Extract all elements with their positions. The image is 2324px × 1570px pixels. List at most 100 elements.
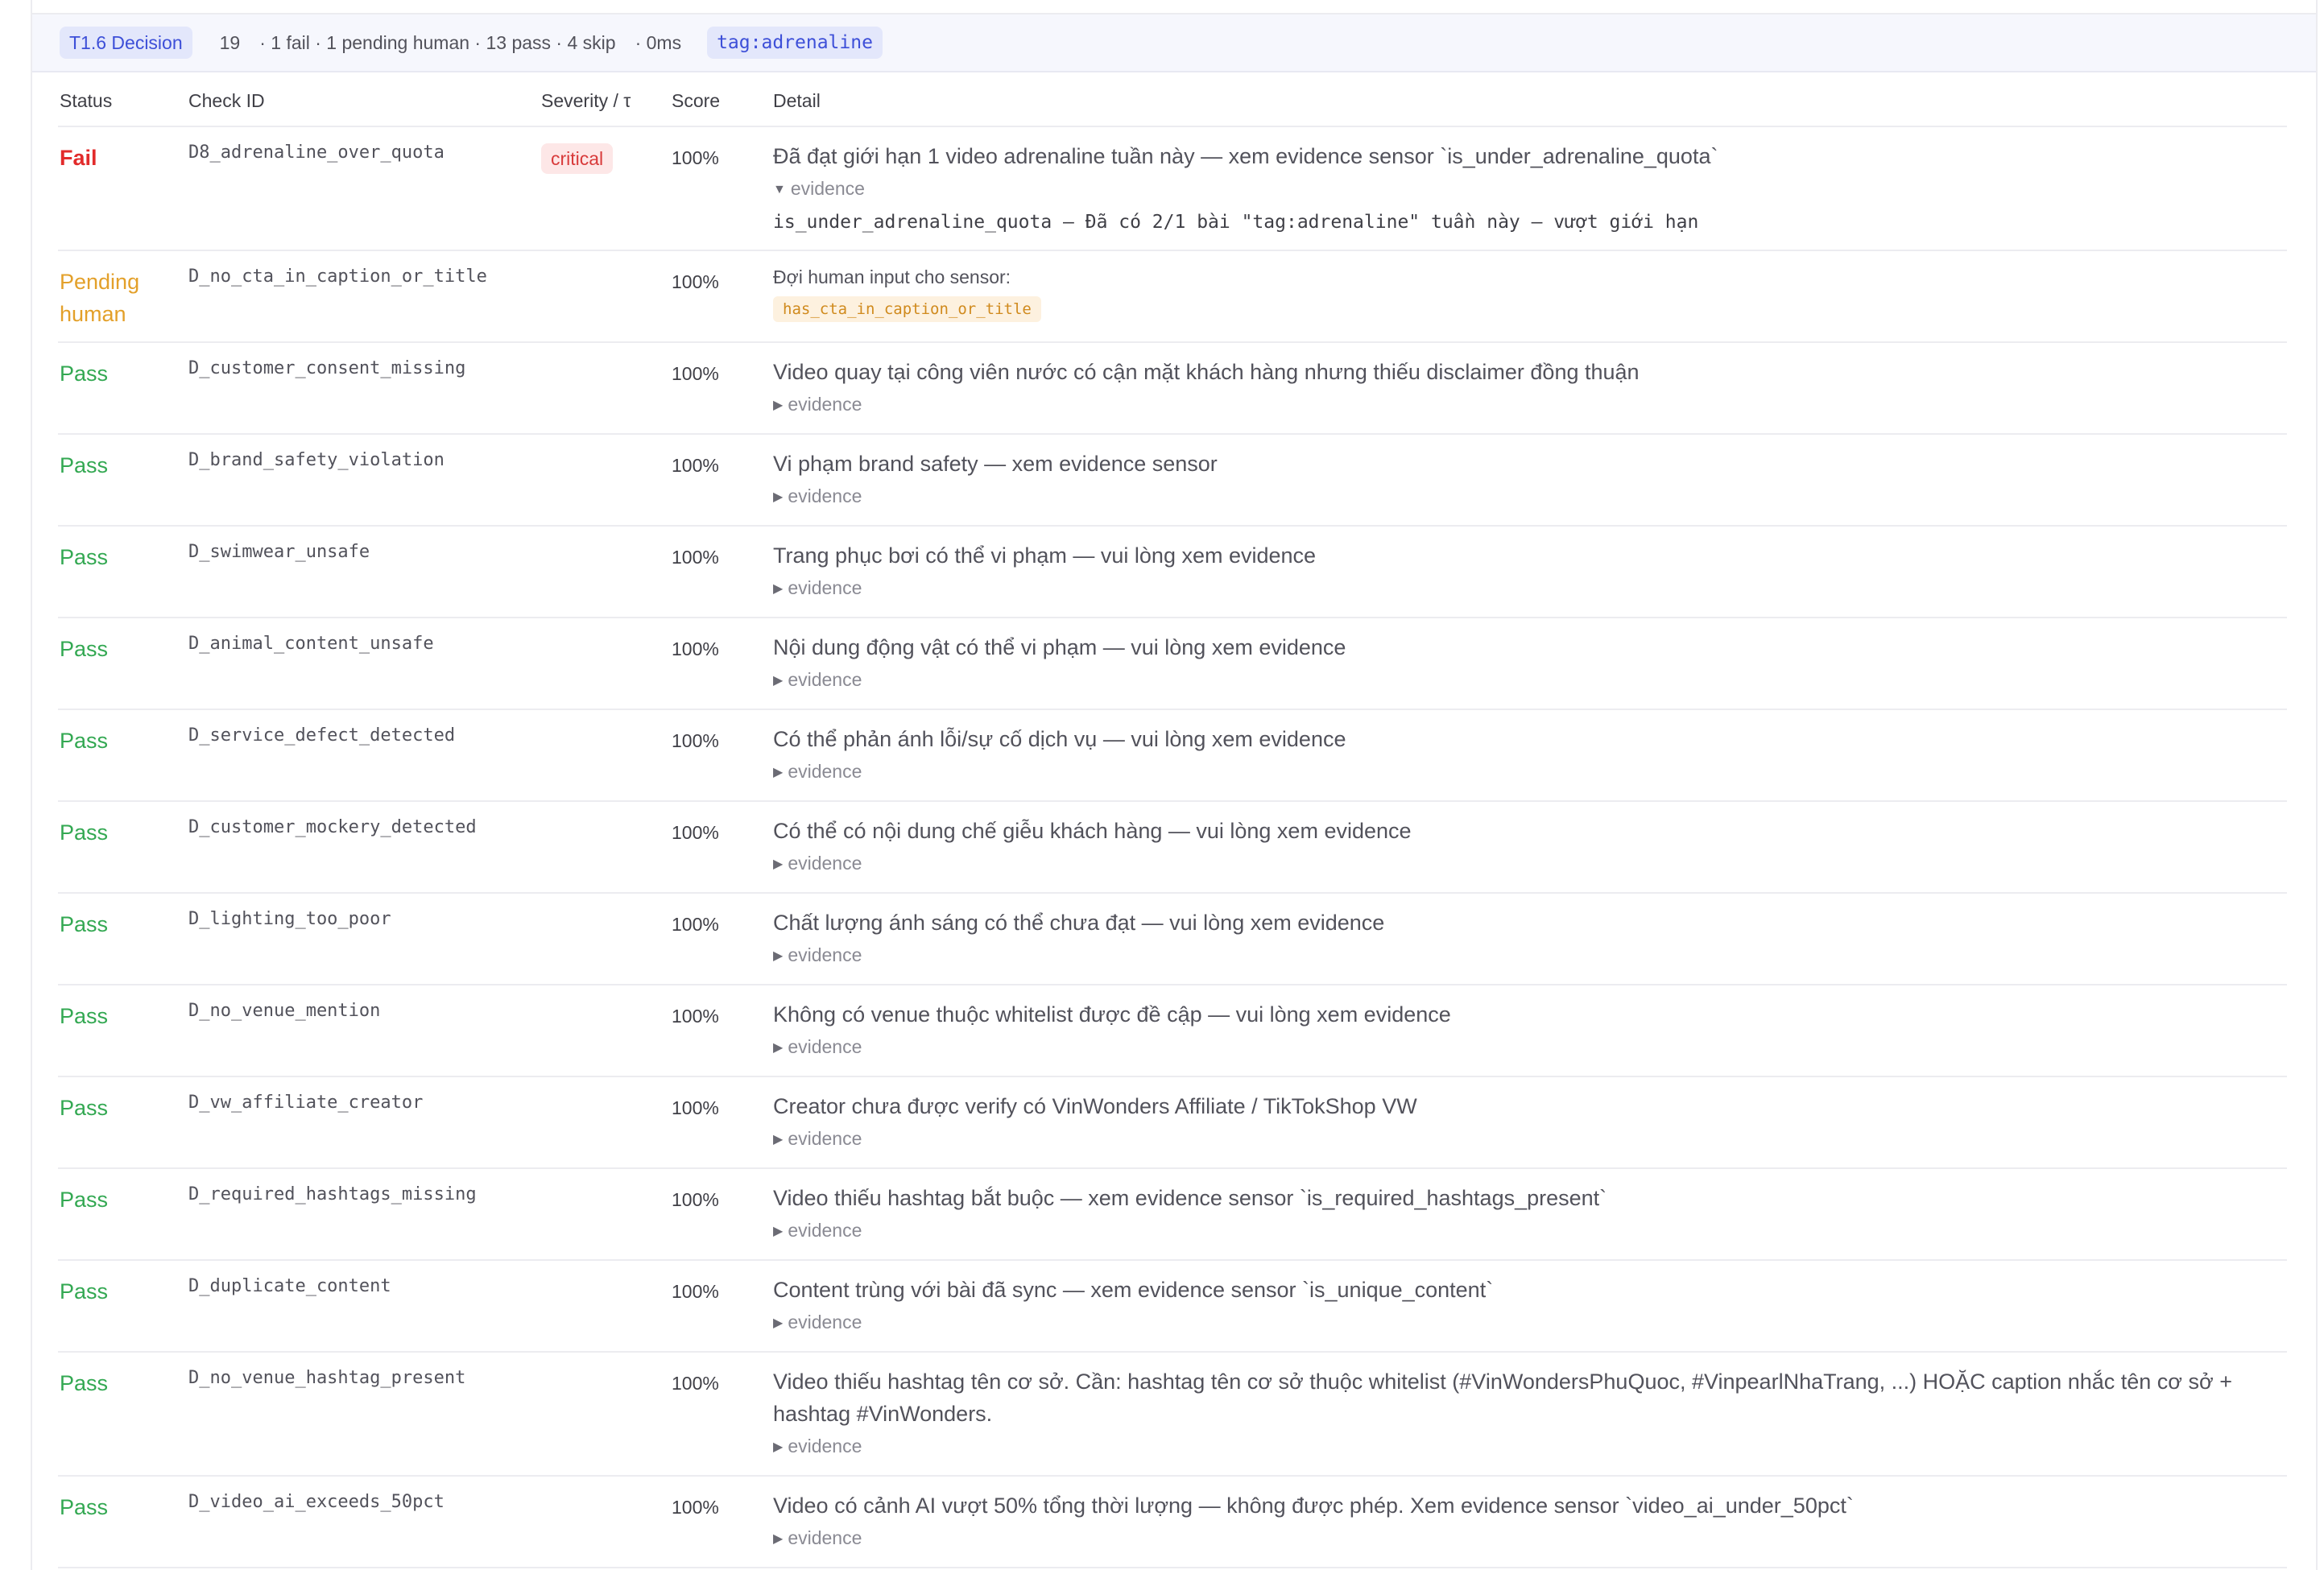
evidence-toggle[interactable]: ▶ evidence xyxy=(773,1433,2287,1461)
decision-header[interactable]: T1.6 Decision 19 · 1 fail · 1 pending hu… xyxy=(32,14,2316,72)
result-summary: · 1 fail · 1 pending human · 13 pass · 4… xyxy=(259,31,616,53)
detail-cell: Có thể có nội dung chế giễu khách hàng —… xyxy=(773,815,2287,878)
table-row: Pass D_animal_content_unsafe 100% Nội du… xyxy=(58,618,2287,710)
evidence-label: evidence xyxy=(788,1220,862,1241)
check-id: D_service_defect_detected xyxy=(188,725,456,746)
table-row: Pending human D_no_cta_in_caption_or_tit… xyxy=(58,251,2287,343)
check-id: D_required_hashtags_missing xyxy=(188,1184,477,1204)
evidence-label: evidence xyxy=(788,1527,862,1548)
score: 100% xyxy=(672,547,719,568)
check-count: 19 xyxy=(219,31,241,53)
detail-text: Không có venue thuộc whitelist được đề c… xyxy=(773,1002,1451,1027)
caret-right-icon: ▶ xyxy=(773,1041,784,1055)
evidence-label: evidence xyxy=(788,577,862,598)
status-pass: Pass xyxy=(60,1004,109,1028)
evidence-toggle[interactable]: ▼ evidence xyxy=(773,176,2287,203)
detail-cell: Video quay tại công viên nước có cận mặt… xyxy=(773,356,2287,419)
score: 100% xyxy=(672,730,719,751)
score: 100% xyxy=(672,363,719,384)
detail-text: Trang phục bơi có thể vi phạm — vui lòng… xyxy=(773,543,1317,568)
check-id: D_customer_consent_missing xyxy=(188,358,466,378)
table-row: Pass D_customer_mockery_detected 100% Có… xyxy=(58,802,2287,894)
evidence-toggle[interactable]: ▶ evidence xyxy=(773,1126,2287,1153)
score: 100% xyxy=(672,638,719,659)
check-id: D_customer_mockery_detected xyxy=(188,817,477,837)
column-header-score: Score xyxy=(672,90,721,111)
detail-cell: Video thiếu hashtag bắt buộc — xem evide… xyxy=(773,1182,2287,1245)
check-id: D8_adrenaline_over_quota xyxy=(188,143,445,163)
detail-text: Đợi human input cho sensor: xyxy=(773,266,1011,287)
caret-right-icon: ▶ xyxy=(773,1316,784,1330)
status-pass: Pass xyxy=(60,1096,109,1120)
detail-cell: Nội dung động vật có thể vi phạm — vui l… xyxy=(773,631,2287,694)
evidence-toggle[interactable]: ▶ evidence xyxy=(773,391,2287,419)
evidence-toggle[interactable]: ▶ evidence xyxy=(773,758,2287,786)
table-row: Fail D8_adrenaline_over_quota critical 1… xyxy=(58,127,2287,251)
evidence-label: evidence xyxy=(788,761,862,782)
caret-right-icon: ▶ xyxy=(773,490,784,504)
score: 100% xyxy=(672,1006,719,1027)
status-pass: Pass xyxy=(60,1371,109,1395)
check-id: D_brand_safety_violation xyxy=(188,450,445,470)
status-pass: Pass xyxy=(60,820,109,845)
evidence-label: evidence xyxy=(788,394,862,415)
detail-text: Creator chưa được verify có VinWonders A… xyxy=(773,1094,1417,1118)
caret-right-icon: ▶ xyxy=(773,949,784,963)
detail-cell: Có thể phản ánh lỗi/sự cố dịch vụ — vui … xyxy=(773,723,2287,786)
detail-text: Content trùng với bài đã sync — xem evid… xyxy=(773,1278,1494,1302)
evidence-toggle[interactable]: ▶ evidence xyxy=(773,575,2287,602)
severity-cell: critical xyxy=(541,143,614,174)
table-row: Pass D_vw_affiliate_creator 100% Creator… xyxy=(58,1077,2287,1169)
detail-cell: Video có cảnh AI vượt 50% tổng thời lượn… xyxy=(773,1489,2287,1552)
detail-text: Nội dung động vật có thể vi phạm — vui l… xyxy=(773,635,1346,659)
table-row: Pass D_duplicate_content 100% Content tr… xyxy=(58,1261,2287,1353)
evidence-label: evidence xyxy=(788,944,862,965)
score: 100% xyxy=(672,271,719,292)
column-header-check-id: Check ID xyxy=(188,90,265,111)
caret-right-icon: ▶ xyxy=(773,1225,784,1238)
table-row: Pass D_service_defect_detected 100% Có t… xyxy=(58,710,2287,802)
evidence-label: evidence xyxy=(788,853,862,874)
detail-cell: Content trùng với bài đã sync — xem evid… xyxy=(773,1274,2287,1337)
detail-text: Đã đạt giới hạn 1 video adrenaline tuần … xyxy=(773,144,1718,168)
evidence-toggle[interactable]: ▶ evidence xyxy=(773,850,2287,878)
score: 100% xyxy=(672,455,719,476)
score: 100% xyxy=(672,147,719,168)
status-pass: Pass xyxy=(60,637,109,661)
status-pass: Pass xyxy=(60,1495,109,1519)
column-header-detail: Detail xyxy=(773,90,821,111)
evidence-toggle[interactable]: ▶ evidence xyxy=(773,1309,2287,1337)
detail-text: Video thiếu hashtag tên cơ sở. Cần: hash… xyxy=(773,1370,2232,1426)
evidence-toggle[interactable]: ▶ evidence xyxy=(773,1525,2287,1552)
evidence-label: evidence xyxy=(788,1036,862,1057)
table-row: Pass D_no_venue_mention 100% Không có ve… xyxy=(58,985,2287,1077)
status-pass: Pass xyxy=(60,362,109,386)
decision-panel: T1.6 Decision 19 · 1 fail · 1 pending hu… xyxy=(31,0,2318,1570)
evidence-toggle[interactable]: ▶ evidence xyxy=(773,942,2287,969)
detail-cell: Creator chưa được verify có VinWonders A… xyxy=(773,1090,2287,1153)
score: 100% xyxy=(672,914,719,935)
detail-text: Chất lượng ánh sáng có thể chưa đạt — vu… xyxy=(773,911,1385,935)
caret-right-icon: ▶ xyxy=(773,857,784,871)
table-row: Pass D_lighting_too_poor 100% Chất lượng… xyxy=(58,894,2287,985)
column-header-status: Status xyxy=(60,90,113,111)
detail-cell: Không có venue thuộc whitelist được đề c… xyxy=(773,998,2287,1061)
detail-text: Có thể phản ánh lỗi/sự cố dịch vụ — vui … xyxy=(773,727,1346,751)
decision-label: T1.6 Decision xyxy=(60,27,192,59)
evidence-toggle[interactable]: ▶ evidence xyxy=(773,1034,2287,1061)
status-fail: Fail xyxy=(60,146,97,170)
evidence-toggle[interactable]: ▶ evidence xyxy=(773,667,2287,694)
status-pass: Pass xyxy=(60,729,109,753)
evidence-toggle[interactable]: ▶ evidence xyxy=(773,1217,2287,1245)
check-id: D_no_venue_mention xyxy=(188,1001,381,1021)
evidence-toggle[interactable]: ▶ evidence xyxy=(773,483,2287,510)
table-row: Pass D_required_hashtags_missing 100% Vi… xyxy=(58,1169,2287,1261)
tag-badge: tag:adrenaline xyxy=(707,27,883,59)
table-row: Pass D_video_ai_exceeds_50pct 100% Video… xyxy=(58,1477,2287,1568)
score: 100% xyxy=(672,822,719,843)
check-id: D_vw_affiliate_creator xyxy=(188,1093,424,1113)
status-pass: Pass xyxy=(60,545,109,569)
evidence-label: evidence xyxy=(788,669,862,690)
caret-right-icon: ▶ xyxy=(773,766,784,779)
status-line: human xyxy=(60,302,126,326)
